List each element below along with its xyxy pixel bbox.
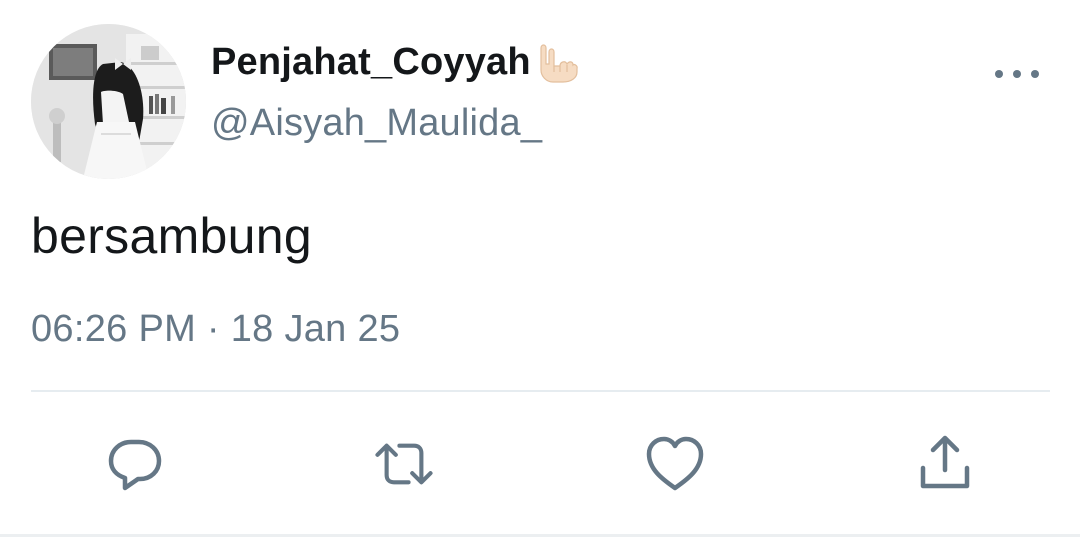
- reply-icon: [108, 439, 162, 491]
- rock-on-hand-emoji-icon: [533, 38, 581, 86]
- like-button[interactable]: [643, 432, 707, 496]
- more-dot: [995, 70, 1003, 78]
- retweet-button[interactable]: [372, 432, 436, 496]
- avatar-photo: [31, 24, 186, 179]
- divider: [31, 390, 1050, 392]
- more-horizontal-icon[interactable]: [995, 62, 1039, 86]
- tweet-timestamp[interactable]: 06:26 PM · 18 Jan 25: [31, 308, 400, 351]
- bottom-divider: [0, 534, 1080, 537]
- heart-icon: [646, 436, 704, 491]
- user-handle[interactable]: @Aisyah_Maulida_: [211, 102, 542, 145]
- tweet-card: Penjahat_Coyyah @Aisyah_Maulida_ bersamb…: [0, 0, 1080, 555]
- more-dot: [1013, 70, 1021, 78]
- share-button[interactable]: [913, 432, 977, 496]
- display-name[interactable]: Penjahat_Coyyah: [211, 41, 531, 84]
- display-name-row[interactable]: Penjahat_Coyyah: [211, 38, 581, 86]
- reply-button[interactable]: [103, 432, 167, 496]
- retweet-icon: [375, 443, 433, 485]
- avatar[interactable]: [31, 24, 186, 179]
- tweet-text: bersambung: [31, 208, 312, 264]
- share-icon: [920, 435, 970, 489]
- more-dot: [1031, 70, 1039, 78]
